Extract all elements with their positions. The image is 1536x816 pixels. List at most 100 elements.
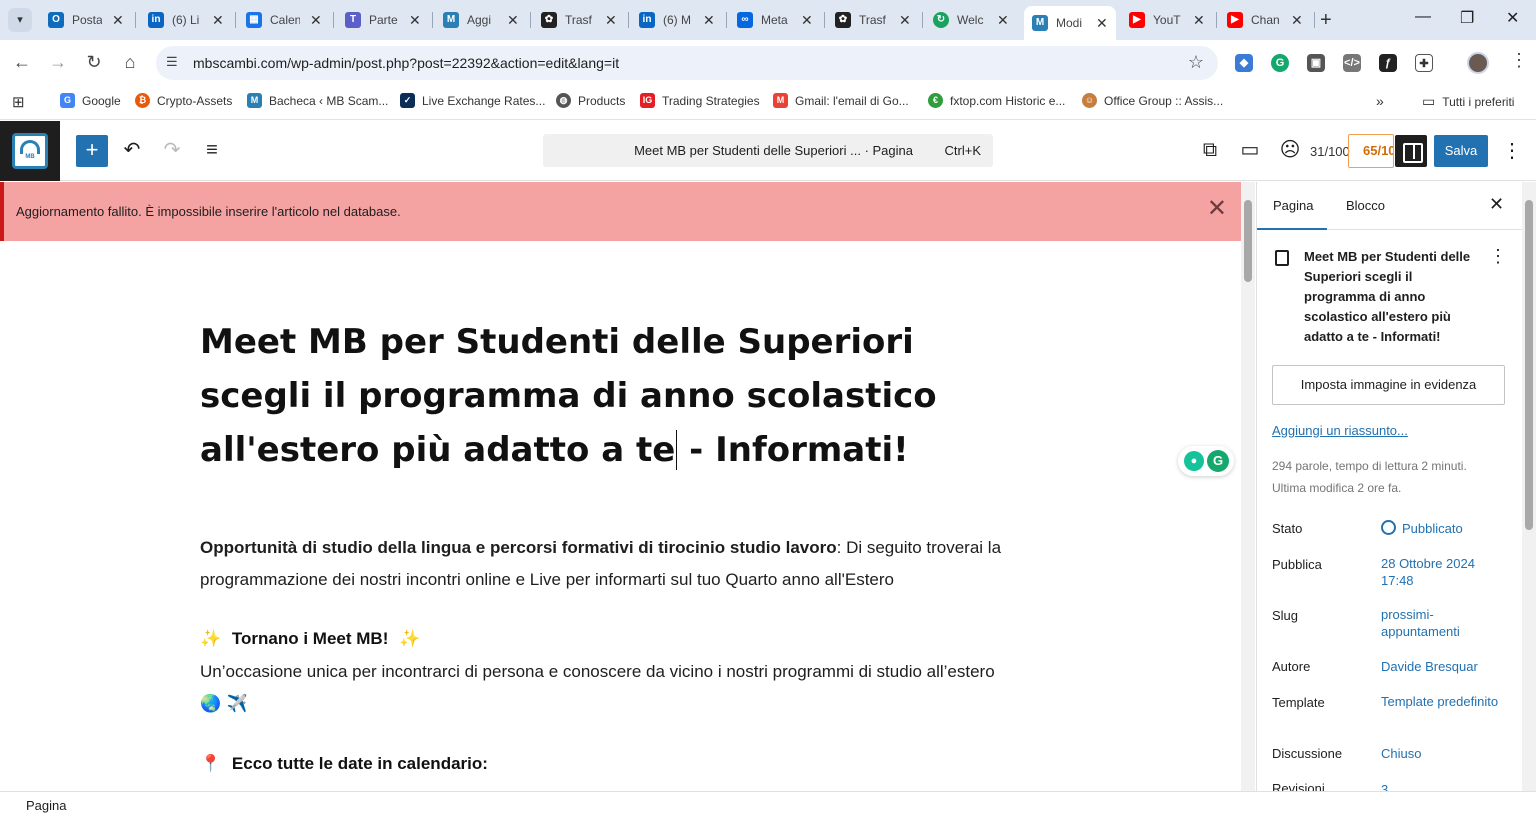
bookmarks-overflow-icon[interactable]: » [1376, 93, 1384, 109]
options-menu-icon[interactable]: ⋮ [1502, 138, 1522, 163]
close-tab-icon[interactable]: ✕ [112, 12, 124, 29]
grammarly-icon[interactable]: G [1271, 54, 1289, 72]
undo-icon[interactable]: ↶ [120, 138, 144, 162]
bookmark-fxtop[interactable]: € fxtop.com Historic e... [928, 93, 1065, 108]
close-tab-icon[interactable]: ✕ [703, 12, 715, 29]
bookmark-exchange[interactable]: ✓ Live Exchange Rates... [400, 93, 545, 108]
browser-tab[interactable]: O Posta ✕ [40, 6, 132, 34]
extension-tag-icon[interactable]: ◆ [1235, 54, 1253, 72]
browser-tab-active[interactable]: M Modi ✕ [1024, 6, 1116, 40]
close-tab-icon[interactable]: ✕ [212, 12, 224, 29]
page-actions-icon[interactable]: ⋮ [1489, 246, 1507, 267]
readability-face-icon[interactable]: ☹ [1278, 138, 1302, 162]
close-tab-icon[interactable]: ✕ [310, 12, 322, 29]
sidebar-scrollbar[interactable] [1522, 182, 1536, 791]
extension-icon[interactable]: ▣ [1307, 54, 1325, 72]
close-tab-icon[interactable]: ✕ [899, 12, 911, 29]
revisions-value[interactable]: 3 [1381, 781, 1501, 791]
grammarly-widget[interactable]: ● G [1178, 446, 1234, 476]
browser-tab[interactable]: ✿ Trasf ✕ [827, 6, 919, 34]
close-sidebar-icon[interactable]: ✕ [1489, 194, 1504, 215]
bookmark-trading[interactable]: IG Trading Strategies [640, 93, 760, 108]
browser-menu-icon[interactable]: ⋮ [1510, 50, 1528, 71]
set-featured-image-button[interactable]: Imposta immagine in evidenza [1272, 365, 1505, 405]
paragraph-block[interactable]: Un’occasione unica per incontrarci di pe… [200, 656, 1000, 720]
bookmark-star-icon[interactable]: ☆ [1188, 52, 1204, 73]
heading-block-meet[interactable]: ✨ Tornano i Meet MB! ✨ [200, 629, 420, 649]
publish-date-value[interactable]: 28 Ottobre 2024 17:48 [1381, 555, 1501, 589]
seo-score[interactable]: 65/100 [1348, 134, 1394, 168]
close-tab-icon[interactable]: ✕ [1291, 12, 1303, 29]
apps-grid-icon[interactable]: ⊞ [12, 93, 25, 111]
back-icon[interactable]: ← [11, 52, 33, 73]
slug-value[interactable]: prossimi-appuntamenti [1381, 606, 1501, 640]
canvas-scrollbar[interactable] [1241, 182, 1255, 791]
editor-canvas[interactable]: Meet MB per Studenti delle Superiori sce… [0, 241, 1241, 791]
paragraph-block[interactable]: Opportunità di studio della lingua e per… [200, 532, 1050, 596]
close-tab-icon[interactable]: ✕ [1193, 12, 1205, 29]
readability-score[interactable]: 31/100 [1310, 144, 1350, 159]
bookmark-crypto[interactable]: ₿ Crypto-Assets [135, 93, 232, 108]
post-title[interactable]: Meet MB per Studenti delle Superiori sce… [200, 315, 1020, 477]
bookmark-products[interactable]: ◍ Products [556, 93, 625, 108]
tab-search-button[interactable]: ▾ [8, 8, 32, 32]
template-value[interactable]: Template predefinito [1381, 693, 1501, 710]
home-icon[interactable]: ⌂ [119, 52, 141, 73]
author-value[interactable]: Davide Bresquar [1381, 658, 1501, 675]
formula-extension-icon[interactable]: ƒ [1379, 54, 1397, 72]
bookmark-gmail[interactable]: M Gmail: l'email di Go... [773, 93, 909, 108]
forward-icon[interactable]: → [47, 52, 69, 73]
close-tab-icon[interactable]: ✕ [409, 12, 421, 29]
status-value[interactable]: Pubblicato [1381, 520, 1501, 537]
save-button[interactable]: Salva [1434, 135, 1488, 167]
bookmark-bacheca[interactable]: M Bacheca ‹ MB Scam... [247, 93, 388, 108]
browser-tab[interactable]: in (6) Li ✕ [140, 6, 232, 34]
scrollbar-thumb[interactable] [1525, 200, 1533, 530]
reload-icon[interactable]: ↻ [83, 52, 105, 73]
minimize-icon[interactable]: — [1415, 8, 1431, 26]
close-notice-icon[interactable]: ✕ [1207, 194, 1227, 223]
document-overview-icon[interactable]: ≡ [200, 138, 224, 162]
view-page-icon[interactable]: ⧉ [1198, 138, 1222, 162]
window-close-icon[interactable]: ✕ [1506, 8, 1519, 28]
command-palette-button[interactable]: Meet MB per Studenti delle Superiori ...… [543, 134, 993, 167]
new-tab-icon[interactable]: + [1320, 9, 1332, 32]
code-extension-icon[interactable]: </> [1343, 54, 1361, 72]
tab-block[interactable]: Blocco [1346, 198, 1385, 213]
close-tab-icon[interactable]: ✕ [997, 12, 1009, 29]
block-inserter-button[interactable]: + [76, 135, 108, 167]
address-bar[interactable]: ☰ mbscambi.com/wp-admin/post.php?post=22… [156, 46, 1218, 80]
extensions-puzzle-icon[interactable]: ✚ [1415, 54, 1433, 72]
tab-page[interactable]: Pagina [1257, 198, 1328, 230]
profile-avatar[interactable] [1467, 52, 1489, 74]
browser-tab[interactable]: in (6) M ✕ [631, 6, 723, 34]
close-tab-icon[interactable]: ✕ [605, 12, 617, 29]
heading-block-dates[interactable]: 📍 Ecco tutte le date in calendario: [200, 754, 488, 774]
discussion-value[interactable]: Chiuso [1381, 745, 1501, 762]
scrollbar-thumb[interactable] [1244, 200, 1252, 282]
bookmark-office[interactable]: ☺ Office Group :: Assis... [1082, 93, 1223, 108]
browser-tab[interactable]: ↻ Welc ✕ [925, 6, 1017, 34]
browser-tab[interactable]: M Aggi ✕ [435, 6, 527, 34]
close-tab-icon[interactable]: ✕ [507, 12, 519, 29]
all-bookmarks-folder[interactable]: ▭ Tutti i preferiti [1422, 93, 1514, 110]
bookmark-google[interactable]: G Google [60, 93, 121, 108]
site-logo-button[interactable]: MB [0, 121, 60, 181]
redo-icon[interactable]: ↷ [160, 138, 184, 162]
close-tab-icon[interactable]: ✕ [801, 12, 813, 29]
close-tab-icon[interactable]: ✕ [1096, 15, 1108, 32]
preview-device-icon[interactable]: ▭ [1238, 138, 1262, 162]
browser-tab[interactable]: ✿ Trasf ✕ [533, 6, 625, 34]
settings-sidebar-toggle[interactable] [1395, 135, 1427, 167]
lightbulb-icon[interactable]: ● [1184, 451, 1204, 471]
site-info-icon[interactable]: ☰ [166, 54, 178, 70]
browser-tab[interactable]: T Parte ✕ [337, 6, 429, 34]
browser-tab[interactable]: ∞ Meta ✕ [729, 6, 821, 34]
restore-icon[interactable]: ❐ [1460, 8, 1474, 28]
browser-tab[interactable]: ▦ Calen ✕ [238, 6, 330, 34]
add-excerpt-link[interactable]: Aggiungi un riassunto... [1272, 423, 1408, 438]
browser-tab[interactable]: ▶ YouT ✕ [1121, 6, 1213, 34]
breadcrumb[interactable]: Pagina [26, 798, 66, 813]
grammarly-icon[interactable]: G [1207, 450, 1229, 472]
browser-tab[interactable]: ▶ Chan ✕ [1219, 6, 1311, 34]
